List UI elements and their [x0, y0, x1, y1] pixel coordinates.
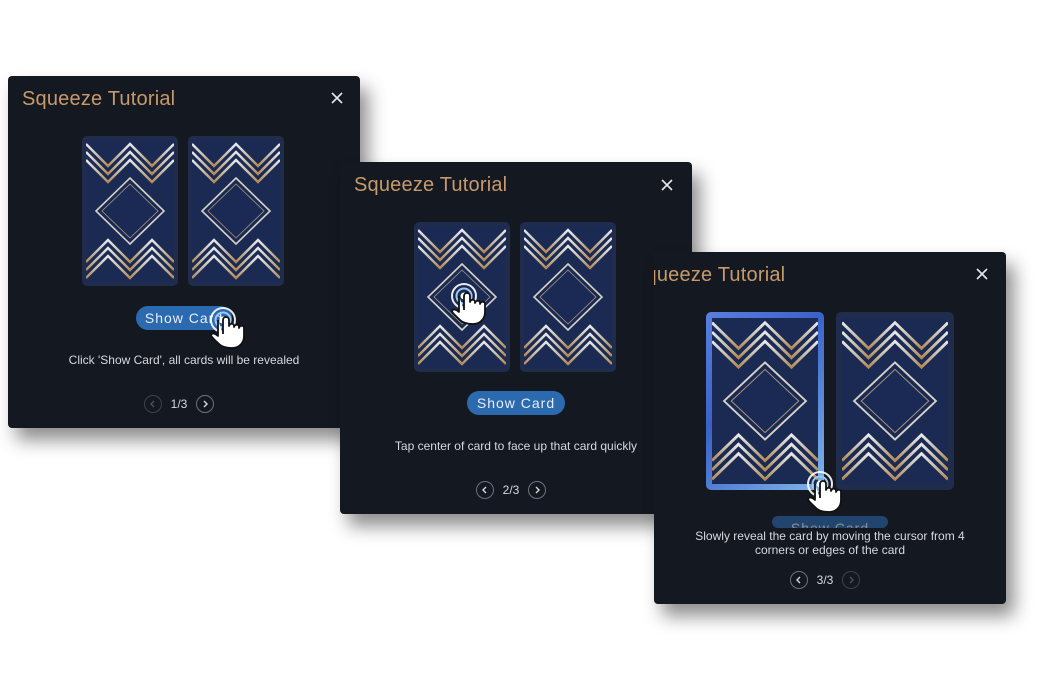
show-card-button[interactable]: Show Card: [772, 516, 888, 528]
chevron-right-icon: [849, 576, 854, 584]
panel-title: Squeeze Tutorial: [654, 264, 786, 286]
card-back-right[interactable]: [520, 222, 616, 372]
page-indicator: 3/3: [816, 573, 834, 587]
close-icon[interactable]: [659, 177, 675, 193]
tutorial-description-line-1: Slowly reveal the card by moving the cur…: [695, 529, 965, 543]
card-back-left[interactable]: [82, 136, 178, 286]
next-page-button[interactable]: [528, 481, 546, 499]
tutorial-description: Slowly reveal the card by moving the cur…: [654, 529, 1006, 557]
previous-page-button[interactable]: [144, 395, 162, 413]
tutorial-panel-3: Squeeze Tutorial Show Card Slowly reveal…: [654, 252, 1006, 604]
page-indicator: 2/3: [502, 483, 520, 497]
chevron-left-icon: [482, 486, 487, 494]
panel-title: Squeeze Tutorial: [354, 174, 508, 196]
close-icon[interactable]: [329, 90, 345, 106]
tap-hand-icon: [450, 282, 494, 326]
previous-page-button[interactable]: [476, 481, 494, 499]
card-back-right[interactable]: [836, 312, 954, 490]
pagination: 1/3: [144, 395, 214, 413]
card-back-right[interactable]: [188, 136, 284, 286]
tutorial-description: Tap center of card to face up that card …: [394, 439, 638, 453]
tutorial-panel-2: Squeeze Tutorial Show Card Tap center of…: [340, 162, 692, 514]
tutorial-description: Click 'Show Card', all cards will be rev…: [68, 353, 300, 367]
chevron-left-icon: [150, 400, 155, 408]
card-back-left-squeezing[interactable]: [706, 312, 824, 490]
chevron-right-icon: [203, 400, 208, 408]
next-page-button[interactable]: [842, 571, 860, 589]
chevron-right-icon: [535, 486, 540, 494]
close-icon[interactable]: [974, 266, 990, 282]
tap-hand-icon: [806, 470, 850, 514]
previous-page-button[interactable]: [790, 571, 808, 589]
tutorial-description-line-2: corners or edges of the card: [754, 543, 906, 557]
next-page-button[interactable]: [196, 395, 214, 413]
chevron-left-icon: [796, 576, 801, 584]
page-indicator: 1/3: [170, 397, 188, 411]
show-card-button[interactable]: Show Card: [467, 391, 565, 415]
pagination: 3/3: [790, 571, 860, 589]
tap-hand-icon: [209, 306, 253, 350]
pagination: 2/3: [476, 481, 546, 499]
tutorial-panel-1: Squeeze Tutorial Show Card Click 'Show C…: [8, 76, 360, 428]
panel-title: Squeeze Tutorial: [22, 88, 176, 110]
